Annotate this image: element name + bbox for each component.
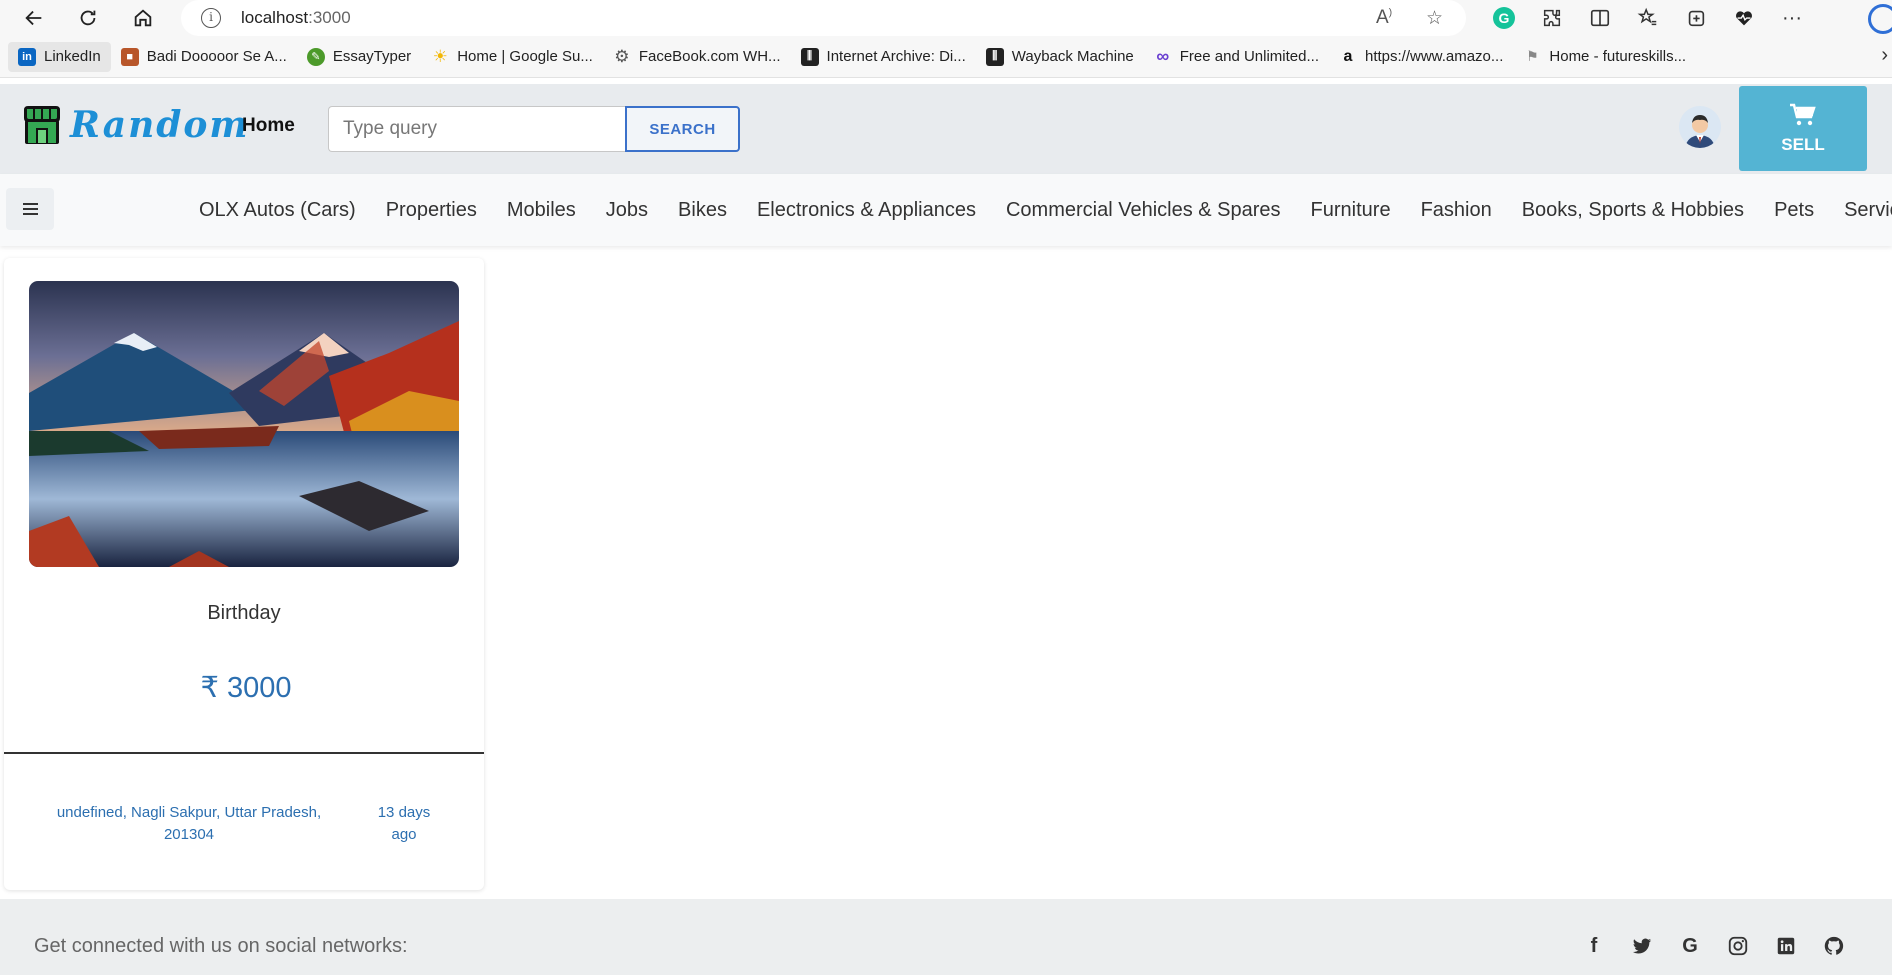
bookmark-linkedin[interactable]: in LinkedIn [8, 41, 111, 72]
bookmark-badi-door[interactable]: ■ Badi Dooooor Se A... [111, 42, 297, 72]
category-bikes[interactable]: Bikes [678, 199, 727, 222]
product-location: undefined, Nagli Sakpur, Uttar Pradesh, … [56, 804, 322, 843]
user-avatar[interactable] [1679, 106, 1721, 148]
menu-icon[interactable] [6, 188, 54, 230]
bookmark-label: Internet Archive: Di... [826, 48, 966, 65]
category-jobs[interactable]: Jobs [606, 199, 648, 222]
bookmark-label: EssayTyper [332, 48, 412, 65]
home-icon[interactable] [121, 0, 165, 36]
category-commercial-vehicles[interactable]: Commercial Vehicles & Spares [1006, 199, 1281, 222]
category-books-sports-hobbies[interactable]: Books, Sports & Hobbies [1522, 199, 1744, 222]
bookmark-amazon[interactable]: a https://www.amazo... [1329, 42, 1513, 72]
amazon-icon: a [1343, 47, 1353, 65]
product-image[interactable] [29, 281, 459, 567]
read-aloud-icon[interactable]: A) [1376, 7, 1392, 29]
url-text[interactable]: localhost:3000 [241, 8, 351, 28]
back-icon[interactable] [12, 0, 56, 36]
reload-icon[interactable] [66, 0, 110, 36]
facebook-icon[interactable]: f [1570, 933, 1618, 959]
gear-icon: ⚙ [614, 46, 630, 66]
bookmark-facebook[interactable]: ⚙ FaceBook.com WH... [603, 42, 791, 72]
extensions-icon[interactable] [1528, 0, 1576, 36]
instagram-icon[interactable] [1714, 933, 1762, 959]
health-icon[interactable] [1720, 0, 1768, 36]
category-fashion[interactable]: Fashion [1421, 199, 1492, 222]
google-icon[interactable]: G [1666, 933, 1714, 959]
product-price: ₹ 3000 [200, 672, 292, 704]
grammarly-icon[interactable]: G [1480, 0, 1528, 36]
linkedin-icon[interactable] [1762, 933, 1810, 959]
category-electronics[interactable]: Electronics & Appliances [757, 199, 976, 222]
infinity-icon: ∞ [1156, 46, 1170, 66]
brand-logo-text[interactable]: Random [70, 104, 250, 146]
bookmark-label: Wayback Machine [1011, 48, 1134, 65]
category-services[interactable]: Services [1844, 199, 1892, 222]
github-icon[interactable] [1810, 933, 1858, 959]
bookmark-google-sites[interactable]: ☀ Home | Google Su... [421, 42, 603, 72]
url-host: localhost [241, 8, 309, 27]
bookmark-label: Home | Google Su... [457, 48, 593, 65]
search-button[interactable]: SEARCH [625, 106, 740, 152]
category-mobiles[interactable]: Mobiles [507, 199, 576, 222]
store-logo-icon[interactable] [22, 104, 62, 146]
footer-social-text: Get connected with us on social networks… [34, 935, 408, 957]
futureskills-icon: ⚑ [1526, 48, 1539, 64]
cart-icon [1789, 103, 1817, 131]
category-pets[interactable]: Pets [1774, 199, 1814, 222]
browser-toolbar: i localhost:3000 A) ☆ G ··· [0, 0, 1892, 36]
twitter-icon[interactable] [1618, 933, 1666, 959]
bookmarks-bar: in LinkedIn ■ Badi Dooooor Se A... ✎ Ess… [0, 36, 1892, 78]
sun-icon: ☀ [432, 46, 448, 66]
home-link[interactable]: Home [242, 115, 295, 137]
url-port: :3000 [308, 8, 351, 27]
bookmark-essaytyper[interactable]: ✎ EssayTyper [297, 42, 421, 72]
copilot-icon[interactable] [1868, 4, 1892, 34]
chevron-right-icon[interactable]: › [1881, 44, 1888, 67]
footer: Get connected with us on social networks… [0, 899, 1892, 975]
more-options-icon[interactable]: ··· [1768, 0, 1816, 36]
category-furniture[interactable]: Furniture [1311, 199, 1391, 222]
essaytyper-icon: ✎ [306, 47, 325, 66]
collections-icon[interactable] [1672, 0, 1720, 36]
category-olx-autos[interactable]: OLX Autos (Cars) [199, 199, 356, 222]
sell-button[interactable]: SELL [1739, 86, 1867, 171]
product-title[interactable]: Birthday [4, 602, 484, 625]
bookmark-internet-archive[interactable]: ⫼ Internet Archive: Di... [791, 42, 976, 72]
bookmark-label: FaceBook.com WH... [638, 48, 781, 65]
bookmark-label: Badi Dooooor Se A... [146, 48, 287, 65]
product-time-ago: 13 days ago [377, 804, 431, 843]
bookmark-free-unlimited[interactable]: ∞ Free and Unlimited... [1144, 42, 1329, 72]
card-divider [4, 752, 484, 754]
favorites-icon[interactable] [1624, 0, 1672, 36]
site-info-icon[interactable]: i [201, 8, 221, 28]
archive-icon: ⫼ [985, 47, 1004, 66]
favorite-star-icon[interactable]: ☆ [1426, 7, 1443, 30]
search-input[interactable] [328, 106, 626, 152]
product-card[interactable]: Birthday ₹ 3000 undefined, Nagli Sakpur,… [4, 258, 484, 890]
bookmark-label: LinkedIn [44, 48, 101, 65]
linkedin-icon: in [18, 47, 36, 66]
split-screen-icon[interactable] [1576, 0, 1624, 36]
bookmark-favicon: ■ [120, 47, 139, 66]
bookmark-wayback[interactable]: ⫼ Wayback Machine [976, 42, 1144, 72]
app-header: Random Home SEARCH SELL [0, 84, 1892, 174]
category-properties[interactable]: Properties [386, 199, 477, 222]
category-nav: OLX Autos (Cars) Properties Mobiles Jobs… [0, 174, 1892, 246]
bookmark-futureskills[interactable]: ⚑ Home - futureskills... [1513, 42, 1696, 72]
archive-icon: ⫼ [800, 47, 819, 66]
bookmark-label: Home - futureskills... [1549, 48, 1687, 65]
bookmark-label: https://www.amazo... [1365, 48, 1504, 65]
address-bar[interactable]: i localhost:3000 A) ☆ [181, 0, 1466, 36]
sell-label: SELL [1781, 134, 1825, 154]
bookmark-label: Free and Unlimited... [1179, 48, 1319, 65]
